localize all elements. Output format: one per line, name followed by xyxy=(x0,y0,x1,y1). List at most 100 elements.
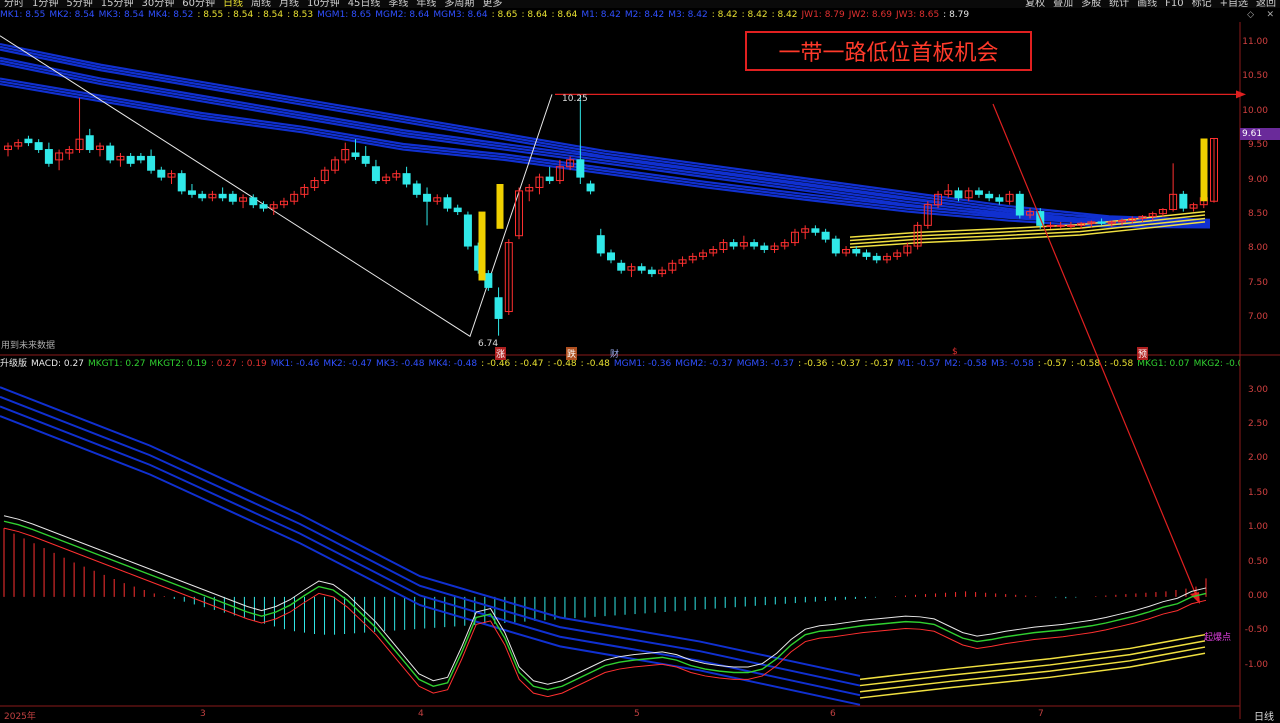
macd-tick-4: 1.00 xyxy=(1247,522,1268,533)
main-legend-item-6: : 8.54 xyxy=(257,10,284,20)
candle-body-15 xyxy=(157,169,166,178)
candle-body-81 xyxy=(831,238,840,254)
close-icon[interactable]: ✕ xyxy=(1266,10,1274,20)
time-tick-3: 5 xyxy=(634,709,640,719)
toolbar-button-2[interactable]: 多股 xyxy=(1077,0,1105,8)
candle-body-45 xyxy=(463,214,472,247)
macd-legend-item-18: : -0.37 xyxy=(831,359,861,369)
marker-yu: 预 xyxy=(1137,347,1149,360)
toolbar-button-4[interactable]: 画线 xyxy=(1133,0,1161,8)
macd-legend-item-21: M2: -0.58 xyxy=(944,359,988,369)
toolbar-button-6[interactable]: 标记 xyxy=(1188,0,1216,8)
candle-body-60 xyxy=(617,262,626,271)
macd-blue-band-1 xyxy=(0,395,861,687)
candle-body-95 xyxy=(974,190,983,195)
macd-legend-item-0: 升级版 xyxy=(0,359,28,369)
period-tab-9[interactable]: 10分钟 xyxy=(303,0,344,8)
candle-body-14 xyxy=(147,155,156,171)
macd-legend-item-11: : -0.47 xyxy=(514,359,544,369)
macd-blue-band-0 xyxy=(0,386,861,677)
candle-body-84 xyxy=(862,252,871,257)
main-legend-item-11: : 8.65 xyxy=(491,10,518,20)
macd-legend-item-16: MGM3: -0.37 xyxy=(736,359,795,369)
main-legend-item-4: : 8.55 xyxy=(197,10,224,20)
candle-body-36 xyxy=(371,166,380,182)
candle-body-47 xyxy=(484,273,493,288)
price-tick-2: 10.00 xyxy=(1242,105,1268,116)
candle-body-97 xyxy=(995,197,1004,202)
main-legend-item-14: M1: 8.42 xyxy=(581,10,621,20)
macd-legend-item-5: : 0.19 xyxy=(240,359,267,369)
candle-body-115 xyxy=(1179,193,1188,209)
period-tab-2[interactable]: 5分钟 xyxy=(62,0,96,8)
blue-ma-band-0-1 xyxy=(0,45,1211,224)
candle-body-43 xyxy=(443,197,452,209)
toolbar-button-1[interactable]: 叠加 xyxy=(1049,0,1077,8)
macd-blue-band-2 xyxy=(0,405,861,697)
marker-die: 跌 xyxy=(566,347,578,360)
candle-body-59 xyxy=(607,252,615,261)
highlight-candle-1 xyxy=(496,184,504,229)
period-tab-14[interactable]: 更多 xyxy=(478,0,506,8)
period-tab-3[interactable]: 15分钟 xyxy=(97,0,138,8)
candle-body-73 xyxy=(750,242,759,247)
macd-legend-item-25: : -0.58 xyxy=(1104,359,1134,369)
toolbar-button-0[interactable]: 复权 xyxy=(1021,0,1049,8)
main-legend-item-0: MK1: 8.55 xyxy=(0,10,46,20)
period-tab-5[interactable]: 60分钟 xyxy=(178,0,219,8)
marker-zhang: 涨 xyxy=(495,347,507,360)
candle-body-3 xyxy=(34,142,43,151)
settings-diamond-icon[interactable]: ◇ xyxy=(1247,10,1254,20)
candle-body-21 xyxy=(218,193,227,199)
candle-body-107 xyxy=(1097,221,1106,224)
main-legend-item-18: : 8.42 xyxy=(741,10,768,20)
macd-legend-item-2: MKGT1: 0.27 xyxy=(87,359,146,369)
period-tab-4[interactable]: 30分钟 xyxy=(137,0,178,8)
highlight-candle-2 xyxy=(1200,138,1208,202)
candle-body-85 xyxy=(872,255,881,261)
macd-legend-item-17: : -0.36 xyxy=(798,359,828,369)
period-label[interactable]: 日线 xyxy=(1254,708,1274,723)
candle-body-8 xyxy=(85,135,94,151)
toolbar-button-5[interactable]: F10 xyxy=(1161,0,1187,8)
macd-legend-item-9: MK4: -0.48 xyxy=(428,359,478,369)
marker-dollar: $ xyxy=(952,347,958,357)
period-tab-7[interactable]: 周线 xyxy=(247,0,275,8)
price-tick-0: 11.00 xyxy=(1242,36,1268,47)
candle-body-79 xyxy=(811,228,820,233)
candle-body-74 xyxy=(760,245,769,250)
main-legend-item-7: : 8.53 xyxy=(287,10,314,20)
candle-body-19 xyxy=(198,193,207,199)
toolbar-button-3[interactable]: 统计 xyxy=(1105,0,1133,8)
candle-body-24 xyxy=(249,197,258,206)
candle-body-25 xyxy=(259,204,268,209)
period-tab-12[interactable]: 年线 xyxy=(412,0,440,8)
main-legend-item-1: MK2: 8.54 xyxy=(49,10,95,20)
period-tab-6[interactable]: 日线 xyxy=(219,0,247,8)
main-legend-item-20: JW1: 8.79 xyxy=(801,10,845,20)
period-tab-11[interactable]: 季线 xyxy=(384,0,412,8)
main-legend-item-12: : 8.64 xyxy=(521,10,548,20)
macd-legend-item-24: : -0.58 xyxy=(1070,359,1101,369)
main-legend-item-2: MK3: 8.54 xyxy=(98,10,144,20)
candle-body-40 xyxy=(412,183,421,195)
main-indicator-legend: MK1: 8.55 MK2: 8.54 MK3: 8.54 MK4: 8.52: 8.… xyxy=(0,9,1240,21)
toolbar-button-8[interactable]: 返回 xyxy=(1252,0,1280,8)
candle-body-80 xyxy=(821,231,830,240)
macd-legend-item-8: MK3: -0.48 xyxy=(375,359,425,369)
price-tick-5: 8.50 xyxy=(1247,209,1268,220)
period-tab-10[interactable]: 45日线 xyxy=(344,0,385,8)
period-tab-8[interactable]: 月线 xyxy=(275,0,303,8)
period-tab-0[interactable]: 分时 xyxy=(0,0,28,8)
highlight-candle-0 xyxy=(478,211,486,281)
time-tick-2: 4 xyxy=(418,709,424,719)
macd-tick-8: -1.00 xyxy=(1244,659,1268,670)
period-tab-1[interactable]: 1分钟 xyxy=(28,0,62,8)
main-legend-item-16: M3: 8.42 xyxy=(668,10,708,20)
candle-body-2 xyxy=(24,138,33,144)
period-tab-13[interactable]: 多周期 xyxy=(440,0,478,8)
macd-legend-item-14: MGM1: -0.36 xyxy=(613,359,672,369)
candle-body-63 xyxy=(647,269,656,275)
candle-body-96 xyxy=(985,193,994,199)
toolbar-button-7[interactable]: +自选 xyxy=(1216,0,1252,8)
